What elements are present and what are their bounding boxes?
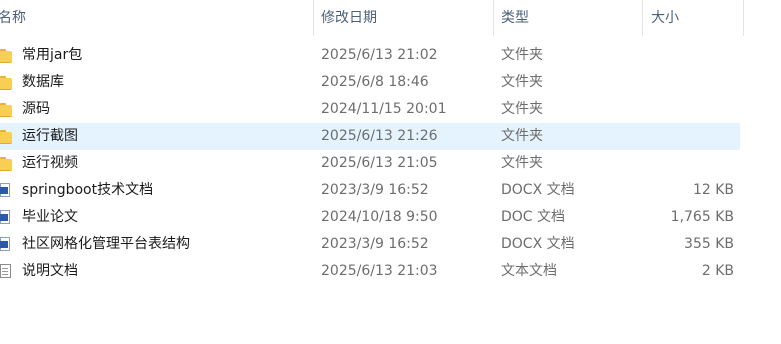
file-type: 文件夹 [501,101,543,117]
file-modified-date: 2023/3/9 16:52 [321,182,429,198]
file-type: 文件夹 [501,74,543,90]
file-type: DOCX 文档 [501,182,575,198]
file-type: DOCX 文档 [501,236,575,252]
file-row[interactable]: 毕业论文 2024/10/18 9:50 DOC 文档 1,765 KB [0,204,740,231]
file-row[interactable]: 运行视频 2025/6/13 21:05 文件夹 [0,150,740,177]
file-modified-date: 2023/3/9 16:52 [321,236,429,252]
file-row[interactable]: 数据库 2025/6/8 18:46 文件夹 [0,69,740,96]
file-type: DOC 文档 [501,209,566,225]
column-header-name[interactable]: 名称 ^ [0,0,313,36]
file-row[interactable]: 运行截图 2025/6/13 21:26 文件夹 [0,123,740,150]
column-header-date-label: 修改日期 [321,10,377,26]
file-modified-date: 2025/6/13 21:26 [321,128,438,144]
file-size: 355 KB [684,236,734,252]
file-name: 源码 [22,101,50,117]
word-doc-icon [0,210,14,224]
folder-icon [0,75,14,90]
file-type: 文件夹 [501,155,543,171]
folder-icon [0,102,14,117]
file-modified-date: 2025/6/13 21:02 [321,47,438,63]
file-size: 2 KB [701,263,734,279]
column-header-size[interactable]: 大小 [643,0,743,36]
folder-icon [0,48,14,63]
file-type: 文件夹 [501,128,543,144]
file-size: 12 KB [692,182,734,198]
column-header-date[interactable]: 修改日期 [314,0,493,36]
column-header-type[interactable]: 类型 [494,0,642,36]
word-doc-icon [0,237,14,251]
file-type: 文件夹 [501,47,543,63]
file-name: 运行截图 [22,128,78,144]
file-modified-date: 2024/10/18 9:50 [321,209,438,225]
column-header-type-label: 类型 [501,10,529,26]
column-header-name-label: 名称 [0,10,26,26]
folder-icon [0,129,14,144]
text-file-icon [0,264,14,278]
file-name: 社区网格化管理平台表结构 [22,236,190,252]
file-name: 运行视频 [22,155,78,171]
column-header-size-label: 大小 [651,10,679,26]
file-type: 文本文档 [501,263,557,279]
file-size: 1,765 KB [670,209,734,225]
folder-icon [0,156,14,171]
file-modified-date: 2024/11/15 20:01 [321,101,447,117]
file-row[interactable]: springboot技术文档 2023/3/9 16:52 DOCX 文档 12 KB [0,177,740,204]
file-modified-date: 2025/6/13 21:05 [321,155,438,171]
column-divider[interactable] [743,0,744,36]
file-name: springboot技术文档 [22,182,154,198]
file-name: 说明文档 [22,263,78,279]
file-modified-date: 2025/6/8 18:46 [321,74,429,90]
file-modified-date: 2025/6/13 21:03 [321,263,438,279]
file-row[interactable]: 说明文档 2025/6/13 21:03 文本文档 2 KB [0,258,740,285]
file-row[interactable]: 社区网格化管理平台表结构 2023/3/9 16:52 DOCX 文档 355 KB [0,231,740,258]
file-name: 数据库 [22,74,64,90]
word-doc-icon [0,183,14,197]
file-row[interactable]: 常用jar包 2025/6/13 21:02 文件夹 [0,42,740,69]
file-name: 毕业论文 [22,209,78,225]
column-header-bar: 名称 ^ 修改日期 类型 大小 [0,0,781,36]
file-name: 常用jar包 [22,47,83,63]
file-row[interactable]: 源码 2024/11/15 20:01 文件夹 [0,96,740,123]
